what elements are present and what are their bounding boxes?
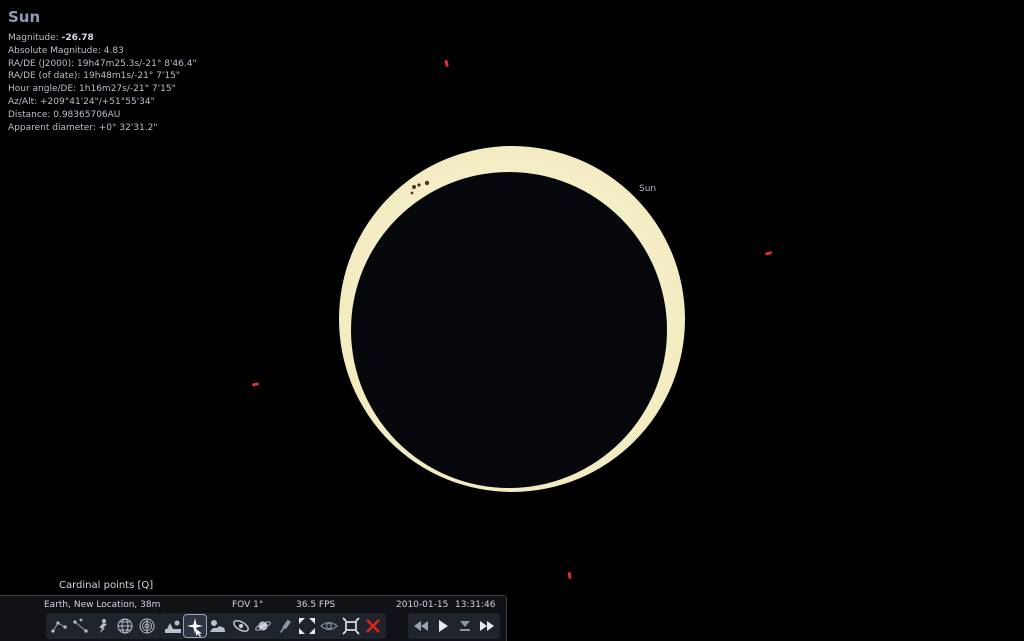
equatorial-mount-icon (280, 619, 291, 633)
moon-disk (351, 172, 667, 488)
constellation-names-button[interactable] (70, 615, 92, 637)
magnitude-label: Magnitude: (8, 33, 59, 43)
time-status: 13:31:46 (455, 600, 496, 610)
rewind-icon (414, 621, 428, 631)
radec-j2000: RA/DE (J2000): 19h47m25.3s/-21° 8'46.4" (8, 58, 197, 69)
night-mode-icon (320, 621, 338, 631)
night-mode-button[interactable] (318, 615, 340, 637)
magnitude-row: Magnitude: -26.78 (8, 32, 197, 45)
distance: Distance: 0.98365706AU (8, 109, 121, 120)
equatorial-grid-button[interactable] (114, 615, 136, 637)
nebulae-icon (233, 620, 249, 632)
fast-forward-icon (480, 621, 494, 631)
object-info-panel: Sun Magnitude: -26.78 Absolute Magnitude… (8, 8, 197, 134)
absolute-magnitude: Absolute Magnitude: 4.83 (8, 45, 124, 56)
object-name: Sun (8, 8, 41, 26)
rewind-button[interactable] (410, 615, 432, 637)
azimuthal-grid-button[interactable] (136, 615, 158, 637)
fast-forward-button[interactable] (476, 615, 498, 637)
play-icon (439, 620, 448, 632)
equatorial-grid-icon (117, 618, 133, 634)
marker (765, 251, 773, 256)
center-selected-icon (299, 618, 315, 634)
marker (444, 59, 449, 67)
bottom-bar: Earth, New Location, 38m FOV 1° 36.5 FPS… (0, 595, 507, 641)
radec-of-date: RA/DE (of date): 19h48m1s/-21° 7'15" (8, 71, 180, 82)
tooltip: Cardinal points [Q] (59, 580, 154, 591)
constellation-lines-icon (51, 621, 67, 633)
ground-button[interactable] (162, 615, 184, 637)
landscape-buttons (160, 613, 230, 639)
constellation-buttons (46, 613, 116, 639)
now-icon (460, 621, 470, 631)
date-status: 2010-01-15 (396, 600, 449, 610)
constellation-names-icon (73, 618, 88, 633)
sun-label: Sun (639, 184, 657, 194)
constellation-art-button[interactable] (92, 615, 114, 637)
quit-icon (366, 619, 380, 633)
object-buttons (228, 613, 276, 639)
quit-button[interactable] (362, 615, 384, 637)
location-status: Earth, New Location, 38m (44, 600, 161, 610)
view-buttons (272, 613, 386, 639)
magnitude-value: -26.78 (61, 33, 94, 43)
hour-angle: Hour angle/DE: 1h16m27s/-21° 7'15" (8, 84, 176, 95)
constellation-lines-button[interactable] (48, 615, 70, 637)
cardinal-points-button[interactable] (183, 614, 207, 638)
fullscreen-icon (342, 617, 360, 635)
marker (567, 571, 572, 579)
grid-buttons (112, 613, 160, 639)
nebulae-button[interactable] (230, 615, 252, 637)
planet-hints-button[interactable] (252, 615, 274, 637)
atmosphere-icon (210, 620, 225, 632)
mouse-cursor-icon (196, 629, 202, 637)
fullscreen-button[interactable] (340, 615, 362, 637)
planet-hints-icon (255, 621, 271, 631)
azimuthal-grid-icon (139, 618, 155, 634)
time-buttons (408, 613, 500, 639)
now-button[interactable] (454, 615, 476, 637)
fov-status: FOV 1° (232, 600, 264, 610)
play-button[interactable] (432, 615, 454, 637)
marker (252, 382, 260, 387)
ground-icon (165, 620, 181, 633)
atmosphere-button[interactable] (206, 615, 228, 637)
az-alt: Az/Alt: +209°41'24"/+51°55'34" (8, 96, 155, 107)
fps-status: 36.5 FPS (296, 600, 336, 610)
constellation-art-icon (99, 619, 107, 633)
equatorial-mount-button[interactable] (274, 615, 296, 637)
apparent-diameter: Apparent diameter: +0° 32'31.2" (8, 122, 158, 133)
center-selected-button[interactable] (296, 615, 318, 637)
